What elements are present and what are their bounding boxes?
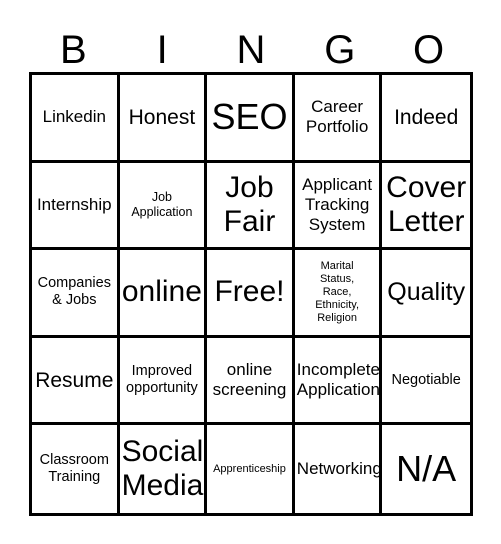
bingo-cell[interactable]: Indeed [382,75,470,163]
bingo-cell-label: Resume [35,368,114,392]
bingo-cell-label: Cover Letter [386,170,467,238]
bingo-cell[interactable]: Negotiable [382,338,470,426]
bingo-cell-label: Honest [128,105,196,129]
bingo-cell[interactable]: Improved opportunity [119,337,208,426]
bingo-cell-label: Career Portfolio [305,97,369,137]
bingo-cell-label: Quality [387,277,466,306]
bingo-cell[interactable]: Applicant Tracking System [294,162,383,251]
bingo-cell[interactable]: Cover Letter [382,163,470,251]
bingo-header-letter-b: B [60,28,87,72]
bingo-cell-label: Job Fair [223,170,276,238]
bingo-header-letter-i: I [156,28,168,72]
bingo-cell-label: Companies & Jobs [37,275,111,309]
bingo-cell[interactable]: online [119,250,208,338]
bingo-cell[interactable]: Classroom Training [32,425,120,513]
bingo-cell-label: Job Application [131,189,193,219]
bingo-cell[interactable]: Job Application [119,162,208,251]
bingo-cell-label: online [121,275,202,309]
bingo-cell-label: Incomplete Application [296,360,380,400]
bingo-cell[interactable]: SEO [207,75,295,163]
bingo-cell-label: Social Media [121,435,204,503]
bingo-header-letter-o: O [413,28,445,72]
bingo-cell[interactable]: Marital Status, Race, Ethnicity, Religio… [294,250,383,338]
bingo-cell-label: Free! [214,275,285,309]
bingo-cell[interactable]: online screening [207,337,295,426]
bingo-cell[interactable]: Career Portfolio [294,75,383,163]
bingo-card: B I N G O Linkedin Honest SEO Career Portfolio I… [0,0,501,544]
bingo-cell-label: Linkedin [42,107,106,127]
bingo-cell-label: online screening [212,360,287,400]
bingo-cell[interactable]: Incomplete Application [294,337,383,426]
bingo-header-letter-g: G [324,28,356,72]
bingo-cell-label: Internship [36,194,112,214]
bingo-cell-label: SEO [211,96,288,138]
bingo-cell[interactable]: Job Fair [207,162,295,251]
bingo-cell-label: N/A [396,448,457,490]
bingo-cell[interactable]: Companies & Jobs [32,250,120,338]
bingo-cell[interactable]: N/A [382,425,470,513]
bingo-cell[interactable]: Internship [32,162,120,251]
bingo-cell-free-space[interactable]: Free! [207,250,295,338]
bingo-cell[interactable]: Quality [382,250,470,338]
bingo-cell[interactable]: Linkedin [32,75,120,163]
bingo-cell-label: Indeed [394,105,459,129]
bingo-cell-label: Classroom Training [39,452,109,486]
bingo-cell-label: Marital Status, Race, Ethnicity, Religio… [315,259,359,324]
bingo-cell-label: Apprenticeship [213,462,286,475]
bingo-cell-label: Networking [296,459,382,479]
bingo-cell-label: Negotiable [391,371,461,388]
bingo-cell[interactable]: Networking [295,425,383,513]
bingo-header-row: BINGO [29,18,473,72]
bingo-grid: Linkedin Honest SEO Career Portfolio Indeed I… [29,72,473,516]
bingo-header-letter-n: N [236,28,266,72]
bingo-cell-label: Applicant Tracking System [302,174,373,234]
bingo-cell[interactable]: Apprenticeship [207,425,295,513]
bingo-cell[interactable]: Social Media [120,425,208,513]
bingo-cell[interactable]: Resume [32,337,120,426]
bingo-cell[interactable]: Honest [119,75,208,163]
bingo-cell-label: Improved opportunity [126,363,198,397]
